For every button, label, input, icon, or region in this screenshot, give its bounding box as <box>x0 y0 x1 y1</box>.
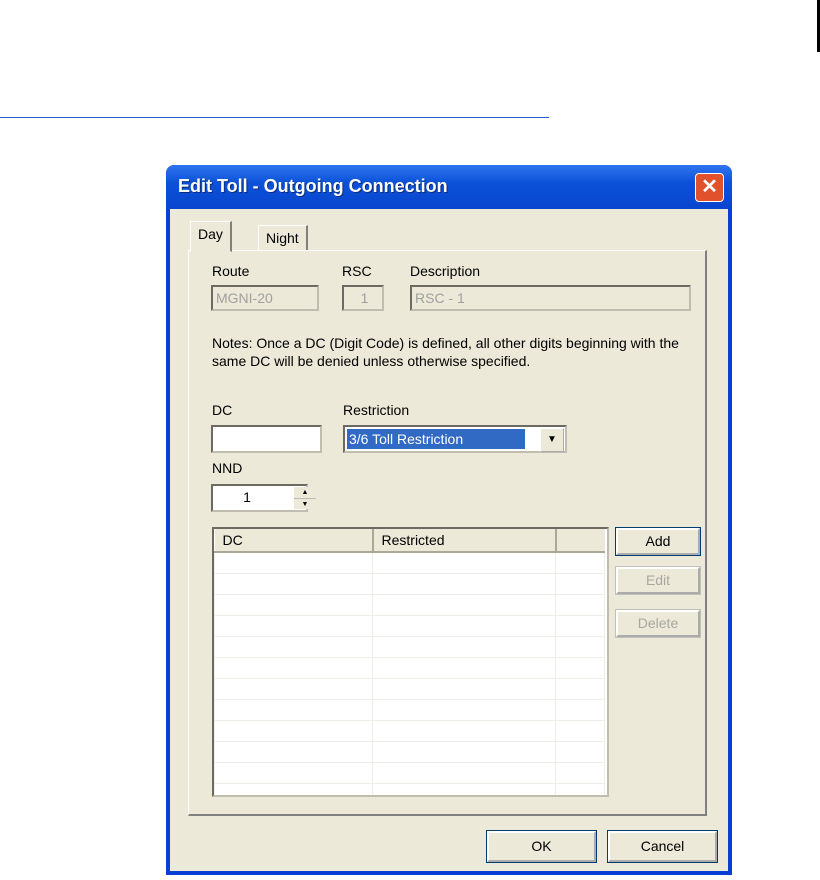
table-row[interactable] <box>214 719 605 742</box>
spin-down-icon[interactable]: ▼ <box>294 499 316 510</box>
table-cell <box>555 635 605 658</box>
dc-label: DC <box>212 402 233 418</box>
table-cell <box>555 656 605 679</box>
cancel-button[interactable]: Cancel <box>607 830 718 863</box>
page-rule <box>0 117 549 118</box>
delete-button[interactable]: Delete <box>615 609 701 638</box>
table-cell <box>372 782 556 795</box>
table-cell <box>555 593 605 616</box>
table-cell <box>372 719 556 742</box>
description-field: RSC - 1 <box>410 285 691 311</box>
tab-night[interactable]: Night <box>258 225 308 251</box>
table-cell <box>214 677 373 700</box>
rsc-field: 1 <box>342 285 384 311</box>
close-button[interactable]: ✕ <box>695 173 724 202</box>
table-cell <box>214 698 373 721</box>
table-row[interactable] <box>214 551 605 574</box>
table-cell <box>555 740 605 763</box>
column-header-dc[interactable]: DC <box>214 529 374 553</box>
table-cell <box>214 572 373 595</box>
table-cell <box>555 698 605 721</box>
table-cell <box>555 572 605 595</box>
table-cell <box>555 782 605 795</box>
table-cell <box>555 761 605 784</box>
route-field: MGNI-20 <box>211 285 319 311</box>
ok-button[interactable]: OK <box>486 830 597 863</box>
table-row[interactable] <box>214 635 605 658</box>
table-cell <box>372 677 556 700</box>
table-cell <box>372 656 556 679</box>
table-cell <box>214 761 373 784</box>
table-cell <box>214 719 373 742</box>
table-cell <box>372 593 556 616</box>
table-cell <box>214 635 373 658</box>
column-header-blank[interactable] <box>555 529 605 553</box>
dialog-title: Edit Toll - Outgoing Connection <box>178 176 448 196</box>
route-label: Route <box>212 263 250 279</box>
restriction-select[interactable]: 3/6 Toll Restriction ▼ <box>343 425 567 453</box>
notes-text: Notes: Once a DC (Digit Code) is defined… <box>212 335 679 369</box>
spin-up-icon[interactable]: ▲ <box>294 487 316 499</box>
restriction-value: 3/6 Toll Restriction <box>347 429 525 449</box>
table-row[interactable] <box>214 593 605 616</box>
table-row[interactable] <box>214 677 605 700</box>
table-cell <box>372 761 556 784</box>
description-label: Description <box>410 263 481 279</box>
edit-toll-dialog: Edit Toll - Outgoing Connection ✕ Day Ni… <box>166 165 732 875</box>
table-cell <box>372 551 556 574</box>
table-cell <box>214 656 373 679</box>
dropdown-arrow-icon[interactable]: ▼ <box>540 428 564 452</box>
column-header-restricted[interactable]: Restricted <box>372 529 557 553</box>
table-cell <box>214 614 373 637</box>
table-row[interactable] <box>214 572 605 595</box>
spin-buttons[interactable]: ▲ ▼ <box>294 487 316 509</box>
nnd-label: NND <box>212 460 243 476</box>
table-row[interactable] <box>214 698 605 721</box>
dc-input[interactable] <box>211 425 322 453</box>
table-cell <box>372 740 556 763</box>
table-row[interactable] <box>214 761 605 784</box>
title-bar[interactable]: Edit Toll - Outgoing Connection ✕ <box>166 165 732 209</box>
table-cell <box>372 635 556 658</box>
table-cell <box>372 698 556 721</box>
table-cell <box>214 740 373 763</box>
edit-button[interactable]: Edit <box>615 566 701 595</box>
table-cell <box>214 551 373 574</box>
dc-list-table[interactable]: DC Restricted <box>212 527 609 797</box>
dialog-body: Day Night Route MGNI-20 RSC 1 Descriptio… <box>170 209 728 871</box>
table-cell <box>214 782 373 795</box>
rsc-label: RSC <box>342 263 372 279</box>
table-row[interactable] <box>214 614 605 637</box>
table-row[interactable] <box>214 656 605 679</box>
table-cell <box>372 572 556 595</box>
table-cell <box>555 551 605 574</box>
table-cell <box>555 677 605 700</box>
restriction-label: Restriction <box>343 402 410 418</box>
table-cell <box>214 593 373 616</box>
table-row[interactable] <box>214 782 605 795</box>
table-cell <box>555 719 605 742</box>
add-button[interactable]: Add <box>615 527 701 556</box>
table-row[interactable] <box>214 740 605 763</box>
table-cell <box>555 614 605 637</box>
tab-day[interactable]: Day <box>190 221 232 252</box>
table-cell <box>372 614 556 637</box>
